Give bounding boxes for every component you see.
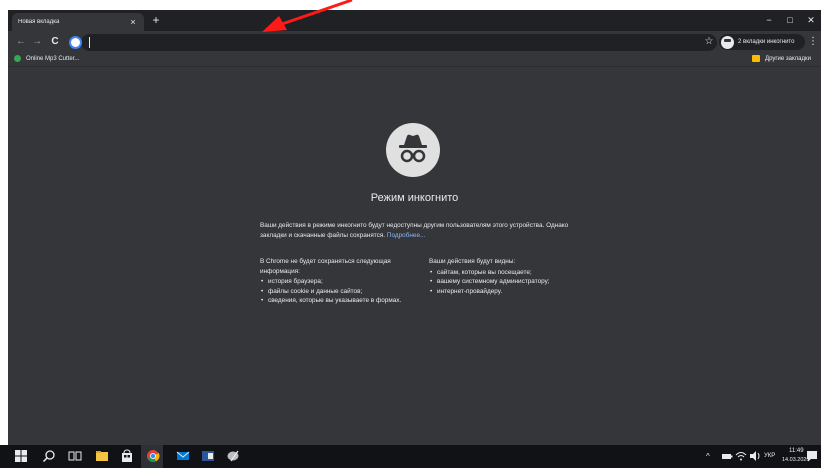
bookmark-item[interactable]: Online Mp3 Cutter... xyxy=(14,55,79,62)
forward-button[interactable]: → xyxy=(30,35,44,49)
folder-icon xyxy=(752,55,760,62)
list-item: вашему системному администратору; xyxy=(429,277,599,287)
other-bookmarks[interactable]: Другие закладки xyxy=(752,55,811,62)
file-explorer-icon[interactable] xyxy=(95,449,109,463)
tab-strip: Новая вкладка × + − □ ✕ xyxy=(8,10,821,31)
browser-window: Новая вкладка × + − □ ✕ ← → C ☆ 2 вкладк… xyxy=(8,10,821,445)
notifications-icon[interactable] xyxy=(805,449,819,463)
chrome-taskbar-icon[interactable] xyxy=(146,449,160,463)
hat-glasses-icon xyxy=(399,134,427,163)
bookmarks-bar: Online Mp3 Cutter... Другие закладки xyxy=(8,53,821,67)
windows-start-icon[interactable] xyxy=(14,449,28,463)
bookmark-favicon-icon xyxy=(14,55,21,62)
visible-list: сайтам, которые вы посещаете; вашему сис… xyxy=(429,268,599,297)
incognito-chip-label: 2 вкладки инкогнито xyxy=(738,39,795,45)
incognito-chip[interactable]: 2 вкладки инкогнито xyxy=(719,34,805,50)
close-button[interactable]: ✕ xyxy=(802,13,820,27)
list-item: история браузера; xyxy=(260,277,410,287)
address-bar[interactable] xyxy=(69,34,717,51)
incognito-icon xyxy=(721,35,734,49)
chrome-icon xyxy=(69,36,82,49)
clock-time[interactable]: 11:49 xyxy=(789,448,804,454)
page-title: Режим инкогнито xyxy=(370,192,459,204)
minimize-button[interactable]: − xyxy=(760,13,778,27)
list-item: сайтам, которые вы посещаете; xyxy=(429,268,599,278)
paint-icon[interactable] xyxy=(226,449,240,463)
tab-title: Новая вкладка xyxy=(18,19,60,25)
list-item: интернет-провайдеру. xyxy=(429,287,599,297)
incognito-page: Режим инкогнито Ваши действия в режиме и… xyxy=(8,67,821,445)
search-icon[interactable] xyxy=(42,449,56,463)
incognito-emblem-icon xyxy=(386,123,440,177)
maximize-button[interactable]: □ xyxy=(781,13,799,27)
learn-more-link[interactable]: Подробнее... xyxy=(387,232,425,239)
star-icon[interactable]: ☆ xyxy=(702,35,716,49)
tab-new-tab[interactable]: Новая вкладка × xyxy=(12,13,144,31)
visible-heading: Ваши действия будут видны: xyxy=(429,258,516,265)
tray-chevron-icon[interactable]: ^ xyxy=(706,452,710,461)
wifi-icon[interactable] xyxy=(734,449,748,463)
mail-icon[interactable] xyxy=(176,449,190,463)
reload-button[interactable]: C xyxy=(48,35,62,49)
new-tab-button[interactable]: + xyxy=(149,13,163,27)
toolbar: ← → C ☆ 2 вкладки инкогнито ⋮ xyxy=(8,31,821,53)
other-bookmarks-label: Другие закладки xyxy=(765,55,811,62)
list-item: файлы cookie и данные сайтов; xyxy=(260,287,410,297)
list-item: сведения, которые вы указываете в формах… xyxy=(260,296,410,306)
visible-column: Ваши действия будут видны: сайтам, котор… xyxy=(429,257,599,296)
tab-close-icon[interactable]: × xyxy=(128,17,138,27)
language-indicator[interactable]: УКР xyxy=(764,453,775,459)
not-saved-list: история браузера; файлы cookie и данные … xyxy=(260,277,410,306)
text-cursor xyxy=(89,37,90,48)
task-view-icon[interactable] xyxy=(68,449,82,463)
word-icon[interactable] xyxy=(201,449,215,463)
intro-text: Ваши действия в режиме инкогнито будут н… xyxy=(260,221,570,241)
battery-icon[interactable] xyxy=(720,449,734,463)
not-saved-column: В Chrome не будет сохраняться следующая … xyxy=(260,257,410,306)
back-button[interactable]: ← xyxy=(14,35,28,49)
store-icon[interactable] xyxy=(120,449,134,463)
taskbar: ^ УКР 11:49 14.03.2020 xyxy=(0,445,821,468)
volume-icon[interactable] xyxy=(748,449,762,463)
bookmark-label: Online Mp3 Cutter... xyxy=(26,55,80,62)
not-saved-heading: В Chrome не будет сохраняться следующая … xyxy=(260,258,391,275)
menu-icon[interactable]: ⋮ xyxy=(808,35,818,49)
